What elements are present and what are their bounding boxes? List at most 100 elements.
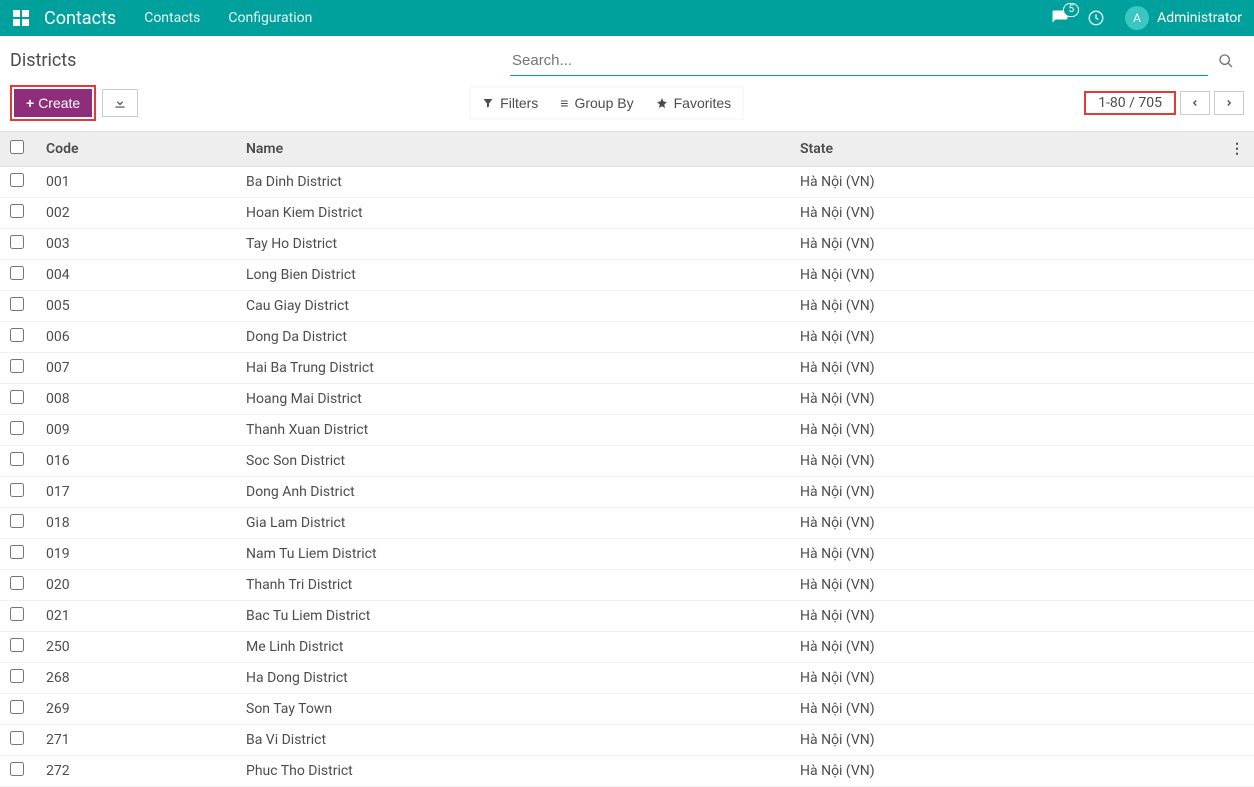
cell-empty (1220, 508, 1254, 539)
table-row[interactable]: 019Nam Tu Liem DistrictHà Nội (VN) (0, 539, 1254, 570)
control-bar: Districts (0, 36, 1254, 79)
table-row[interactable]: 009Thanh Xuan DistrictHà Nội (VN) (0, 415, 1254, 446)
row-checkbox[interactable] (10, 514, 24, 528)
search-input[interactable] (510, 46, 1208, 76)
row-checkbox[interactable] (10, 545, 24, 559)
cell-state: Hà Nội (VN) (790, 694, 1220, 725)
cell-code: 003 (36, 229, 236, 260)
table-row[interactable]: 002Hoan Kiem DistrictHà Nội (VN) (0, 198, 1254, 229)
export-button[interactable] (102, 89, 138, 117)
nav-item-contacts[interactable]: Contacts (144, 10, 200, 26)
table-row[interactable]: 005Cau Giay DistrictHà Nội (VN) (0, 291, 1254, 322)
cell-state: Hà Nội (VN) (790, 322, 1220, 353)
table-row[interactable]: 017Dong Anh DistrictHà Nội (VN) (0, 477, 1254, 508)
table-row[interactable]: 250Me Linh DistrictHà Nội (VN) (0, 632, 1254, 663)
row-checkbox[interactable] (10, 173, 24, 187)
table-row[interactable]: 007Hai Ba Trung DistrictHà Nội (VN) (0, 353, 1254, 384)
table-row[interactable]: 016Soc Son DistrictHà Nội (VN) (0, 446, 1254, 477)
col-header-code[interactable]: Code (36, 132, 236, 167)
cell-code: 272 (36, 756, 236, 787)
cell-empty (1220, 694, 1254, 725)
cell-name: Dong Anh District (236, 477, 790, 508)
cell-name: Long Bien District (236, 260, 790, 291)
row-checkbox[interactable] (10, 483, 24, 497)
row-checkbox[interactable] (10, 235, 24, 249)
cell-empty (1220, 756, 1254, 787)
row-checkbox[interactable] (10, 669, 24, 683)
filter-toolbar: Filters ≡ Group By Favorites (469, 86, 744, 120)
row-checkbox[interactable] (10, 638, 24, 652)
table-row[interactable]: 018Gia Lam DistrictHà Nội (VN) (0, 508, 1254, 539)
cell-name: Ba Vi District (236, 725, 790, 756)
cell-state: Hà Nội (VN) (790, 446, 1220, 477)
search-icon (1218, 53, 1234, 69)
messages-badge: 5 (1063, 3, 1079, 17)
cell-code: 007 (36, 353, 236, 384)
table-row[interactable]: 006Dong Da DistrictHà Nội (VN) (0, 322, 1254, 353)
apps-icon[interactable] (12, 9, 30, 27)
col-header-state[interactable]: State (790, 132, 1220, 167)
table-row[interactable]: 004Long Bien DistrictHà Nội (VN) (0, 260, 1254, 291)
activities-icon[interactable] (1087, 9, 1105, 27)
col-options[interactable]: ⋮ (1220, 132, 1254, 167)
cell-state: Hà Nội (VN) (790, 229, 1220, 260)
table-row[interactable]: 271Ba Vi DistrictHà Nội (VN) (0, 725, 1254, 756)
row-checkbox[interactable] (10, 297, 24, 311)
row-checkbox[interactable] (10, 700, 24, 714)
cell-empty (1220, 229, 1254, 260)
cell-name: Ba Dinh District (236, 167, 790, 198)
favorites-button[interactable]: Favorites (645, 88, 743, 118)
pager-next[interactable] (1214, 91, 1244, 115)
star-icon (656, 97, 668, 109)
nav-item-configuration[interactable]: Configuration (228, 10, 312, 26)
create-button[interactable]: + Create (14, 89, 92, 117)
cell-state: Hà Nội (VN) (790, 198, 1220, 229)
table-row[interactable]: 021Bac Tu Liem DistrictHà Nội (VN) (0, 601, 1254, 632)
pager-text[interactable]: 1-80 / 705 (1088, 90, 1172, 116)
groupby-button[interactable]: ≡ Group By (549, 88, 644, 118)
row-checkbox[interactable] (10, 452, 24, 466)
table-row[interactable]: 001Ba Dinh DistrictHà Nội (VN) (0, 167, 1254, 198)
row-checkbox[interactable] (10, 607, 24, 621)
table-row[interactable]: 020Thanh Tri DistrictHà Nội (VN) (0, 570, 1254, 601)
table-row[interactable]: 268Ha Dong DistrictHà Nội (VN) (0, 663, 1254, 694)
row-checkbox[interactable] (10, 576, 24, 590)
cell-empty (1220, 570, 1254, 601)
table-header-row: Code Name State ⋮ (0, 132, 1254, 167)
cell-name: Me Linh District (236, 632, 790, 663)
table-row[interactable]: 003Tay Ho DistrictHà Nội (VN) (0, 229, 1254, 260)
cell-code: 001 (36, 167, 236, 198)
row-checkbox[interactable] (10, 390, 24, 404)
cell-empty (1220, 198, 1254, 229)
nav-brand[interactable]: Contacts (44, 8, 116, 29)
cell-name: Tay Ho District (236, 229, 790, 260)
search-button[interactable] (1208, 47, 1238, 75)
table-row[interactable]: 269Son Tay TownHà Nội (VN) (0, 694, 1254, 725)
cell-code: 271 (36, 725, 236, 756)
row-checkbox[interactable] (10, 204, 24, 218)
row-checkbox[interactable] (10, 421, 24, 435)
messages-icon[interactable]: 5 (1051, 9, 1069, 27)
col-header-name[interactable]: Name (236, 132, 790, 167)
table-row[interactable]: 272Phuc Tho DistrictHà Nội (VN) (0, 756, 1254, 787)
pager-prev[interactable] (1180, 91, 1210, 115)
row-checkbox[interactable] (10, 266, 24, 280)
cell-code: 008 (36, 384, 236, 415)
row-checkbox[interactable] (10, 328, 24, 342)
cell-name: Dong Da District (236, 322, 790, 353)
row-checkbox[interactable] (10, 359, 24, 373)
create-label: Create (38, 95, 80, 111)
cell-state: Hà Nội (VN) (790, 353, 1220, 384)
highlight-pager: 1-80 / 705 (1084, 91, 1176, 115)
chevron-right-icon (1224, 97, 1234, 109)
table-row[interactable]: 008Hoang Mai DistrictHà Nội (VN) (0, 384, 1254, 415)
user-menu[interactable]: A Administrator (1125, 6, 1242, 30)
cell-state: Hà Nội (VN) (790, 384, 1220, 415)
cell-state: Hà Nội (VN) (790, 508, 1220, 539)
select-all-checkbox[interactable] (10, 140, 24, 154)
cell-empty (1220, 384, 1254, 415)
row-checkbox[interactable] (10, 731, 24, 745)
row-checkbox[interactable] (10, 762, 24, 776)
filters-button[interactable]: Filters (471, 88, 549, 118)
favorites-label: Favorites (674, 95, 732, 111)
